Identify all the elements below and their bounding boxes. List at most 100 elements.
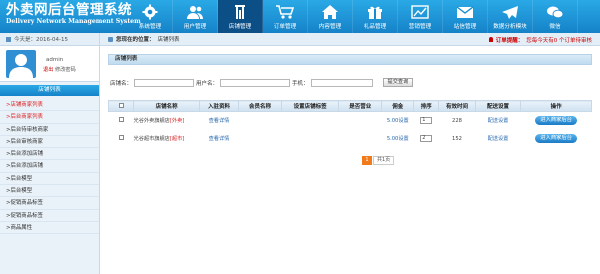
- sidebar-item[interactable]: >后台模型: [0, 173, 99, 186]
- total-pages: 共1页: [373, 156, 395, 165]
- select-all-checkbox[interactable]: [118, 102, 124, 108]
- nav-label: 内容管理: [318, 24, 342, 30]
- cart-icon: [275, 4, 295, 20]
- nav-analytics[interactable]: 数据分析模块: [488, 0, 533, 33]
- wechat-icon: [545, 4, 565, 20]
- sort-cell: 1: [414, 112, 439, 130]
- mail-icon: [455, 4, 475, 20]
- location-icon: [108, 36, 113, 42]
- enter-merchant-backend-button[interactable]: 进入商家后台: [535, 134, 578, 143]
- store-icon: [230, 4, 250, 20]
- nav-label: 店铺管理: [228, 24, 252, 30]
- phone-input[interactable]: [310, 78, 373, 87]
- avatar: [6, 50, 36, 78]
- open-status: [339, 130, 382, 148]
- nav-users[interactable]: 用户管理: [173, 0, 218, 33]
- bell-icon: [488, 37, 493, 42]
- sidebar-item[interactable]: >后台商家列表: [0, 111, 99, 124]
- row-checkbox[interactable]: [118, 135, 124, 140]
- sidebar-item[interactable]: >后台审核商家: [0, 136, 99, 149]
- search-button[interactable]: 提交查询: [382, 78, 414, 87]
- row-checkbox[interactable]: [118, 117, 124, 123]
- nav-label: 系统管理: [138, 24, 162, 30]
- nav-label: 站信管理: [453, 24, 477, 30]
- column-header: 操作: [520, 100, 592, 112]
- store-label[interactable]: [282, 130, 339, 148]
- main-content: 店铺列表 店铺名： 用户名： 手机： 提交查询 店铺名称 入驻资料 会员名称 设置店铺…: [100, 46, 600, 274]
- sort-input[interactable]: 1: [420, 117, 433, 125]
- commission-setting[interactable]: 5.00设置: [382, 112, 414, 130]
- notice-prefix: 订单提醒：: [495, 37, 524, 44]
- store-name: 光谷超市旗舰店: [133, 136, 170, 142]
- sidebar-item[interactable]: >后台添加店铺: [0, 148, 99, 161]
- home-icon: [320, 4, 340, 20]
- column-header: 设置店铺标签: [281, 100, 340, 112]
- view-details-link[interactable]: 查看详情: [200, 112, 239, 130]
- username: admin: [46, 57, 64, 63]
- current-page[interactable]: 1: [362, 156, 372, 165]
- row-select: [109, 130, 134, 148]
- member-name: [238, 112, 281, 130]
- user-panel: admin 退出 修改密码: [0, 46, 99, 82]
- column-header: 会员名称: [237, 100, 283, 112]
- nav-marketing[interactable]: 营销管理: [398, 0, 443, 33]
- username-label: 用户名：: [196, 80, 219, 87]
- nav-content[interactable]: 内容管理: [308, 0, 353, 33]
- order-notice[interactable]: 订单提醒： 您每今天有0 个订单待审核: [488, 33, 592, 46]
- username-input[interactable]: [220, 78, 291, 87]
- column-header: 店铺名称: [133, 100, 201, 112]
- nav-messages[interactable]: 站信管理: [443, 0, 488, 33]
- enter-merchant-backend-button[interactable]: 进入商家后台: [535, 116, 578, 126]
- column-header: 排序: [413, 100, 440, 112]
- app-title: 外卖网后台管理系统: [6, 2, 132, 18]
- column-header: 有效时间: [438, 100, 476, 112]
- valid-time: 152: [452, 135, 462, 142]
- store-name-cell: 光谷超市旗舰店[超市]: [134, 130, 200, 148]
- nav-wechat[interactable]: 微信: [533, 0, 578, 33]
- delivery-setting-link[interactable]: 配送设置: [475, 112, 521, 130]
- sidebar-header: 店铺列表: [0, 85, 99, 96]
- column-header: 入驻资料: [199, 100, 239, 112]
- nav-system[interactable]: 系统管理: [128, 0, 173, 33]
- users-icon: [185, 4, 205, 20]
- nav-label: 营销管理: [408, 24, 432, 30]
- column-header: [107, 100, 135, 112]
- delivery-setting-link[interactable]: 配送设置: [475, 130, 521, 148]
- search-form: 店铺名： 用户名： 手机： 提交查询: [110, 78, 414, 87]
- store-label[interactable]: [282, 112, 339, 130]
- top-header: 外卖网后台管理系统 Delivery Network Management Sy…: [0, 0, 600, 33]
- sort-input[interactable]: 2: [420, 135, 433, 142]
- main-nav: 系统管理 用户管理 店铺管理 订单管理 内容管理 礼品管理 营销管理 站信管理 …: [128, 0, 578, 33]
- sidebar-item[interactable]: >店铺商家列表: [0, 99, 99, 112]
- sidebar-item[interactable]: >商品属性: [0, 222, 99, 235]
- pagination: 1 共1页: [362, 156, 395, 165]
- date-text: 今天是：2016-04-15: [14, 37, 68, 43]
- member-name: [238, 130, 281, 148]
- status-bar: 今天是：2016-04-15 您现在的位置： 店铺列表 订单提醒： 您每今天有0 个…: [0, 32, 600, 46]
- valid-time: 228: [452, 117, 462, 124]
- store-table: 店铺名称 入驻资料 会员名称 设置店铺标签 是否营业 佣金 排序 有效时间 配送设置 操作 光谷外…: [107, 100, 592, 148]
- shop-name-input[interactable]: [134, 78, 195, 87]
- commission-setting[interactable]: 5.00设置: [382, 130, 414, 148]
- row-select: [109, 112, 134, 130]
- action-cell: 进入商家后台: [521, 130, 592, 148]
- table-row: 光谷超市旗舰店[超市] 查看详情 5.00设置 2 152 配送设置 进入商家后台: [109, 130, 592, 148]
- sidebar-item[interactable]: >后台待审核商家: [0, 124, 99, 136]
- location-prefix: 您现在的位置：: [116, 37, 155, 43]
- nav-gifts[interactable]: 礼品管理: [353, 0, 398, 33]
- sidebar-item[interactable]: >促销商品标签: [0, 197, 99, 210]
- date-display: 今天是：2016-04-15: [0, 32, 100, 46]
- nav-stores[interactable]: 店铺管理: [218, 0, 263, 33]
- logout-link[interactable]: 退出: [43, 67, 53, 73]
- sidebar-item[interactable]: >后台添加店铺: [0, 160, 99, 173]
- change-password-link[interactable]: 修改密码: [55, 67, 76, 73]
- nav-orders[interactable]: 订单管理: [263, 0, 308, 33]
- nav-label: 礼品管理: [363, 24, 387, 30]
- sidebar-item[interactable]: >后台模型: [0, 185, 99, 198]
- sidebar-item[interactable]: >促销商品标签: [0, 210, 99, 222]
- store-name: 光谷外卖旗舰店: [133, 118, 170, 125]
- panel-title: 店铺列表: [108, 54, 592, 65]
- view-details-link[interactable]: 查看详情: [200, 130, 239, 148]
- app-subtitle: Delivery Network Management System: [6, 18, 141, 25]
- nav-label: 订单管理: [273, 24, 297, 30]
